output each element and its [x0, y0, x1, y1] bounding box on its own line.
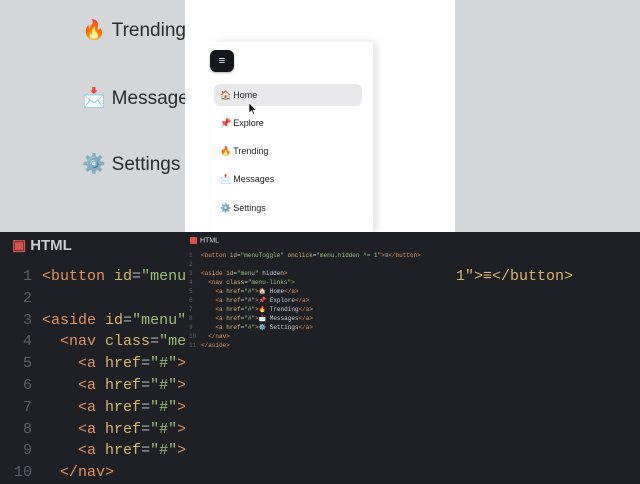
code-text: <nav class="menu-links"> — [208, 279, 295, 286]
gear-icon: ⚙️ — [220, 203, 232, 213]
side-menu: 🏠 Home 📌 Explore 🔥 Trending 📩 Messages ⚙️ Setting… — [211, 42, 373, 232]
code-text: </aside> — [201, 342, 230, 349]
code-line: 3 <aside id="menu" hidden> — [189, 269, 421, 278]
gear-icon: ⚙️ — [82, 154, 106, 175]
code-line: 8 <a href="#">📩 Messages</a> — [189, 314, 421, 323]
code-text: <aside id="menu" — [42, 311, 187, 329]
code-text: <a href="#"> — [78, 420, 187, 438]
html-badge-icon: ▣ — [12, 237, 27, 254]
code-text: <nav class="men — [60, 333, 196, 351]
code-line: 9 <a href="#">⚙️ Settings</a> — [189, 323, 421, 332]
menu-link-label: Settings — [233, 203, 266, 213]
line-number: 4 — [189, 279, 193, 286]
bg-menu-item-settings: ⚙️ Settings — [82, 154, 181, 175]
video-frame: 🏠 Home 📌 Explore 🔥 Trending 📩 Messages ⚙️ Setting… — [185, 0, 455, 480]
code-text: <a href="#">🔥 Trending</a> — [215, 306, 313, 313]
bg-menu-item-trending: 🔥 Trending — [82, 20, 186, 41]
code-text: <button id="menu — [42, 268, 187, 285]
bg-code-fragment: 1">≡</button> — [456, 268, 574, 285]
menu-link-trending[interactable]: 🔥 Trending — [214, 140, 362, 162]
line-number: 4 — [22, 333, 32, 351]
code-editor: HTML 1 <button id="menuToggle" onclick="m… — [185, 232, 455, 480]
code-text: <a href="#"> — [78, 376, 187, 394]
menu-toggle-button[interactable]: ≡ — [210, 50, 234, 72]
code-line: 6 <a href="#">📌 Explore</a> — [189, 296, 421, 305]
line-number: 8 — [189, 315, 193, 322]
line-number: 10 — [189, 333, 197, 340]
code-text: <button id="menuToggle" onclick="menu.hi… — [201, 252, 421, 259]
mouse-cursor-icon — [249, 103, 257, 115]
code-line: 11 </aside> — [189, 341, 421, 350]
code-line: 2 — [189, 260, 421, 269]
code-line: 4 <nav class="menu-links"> — [189, 278, 421, 287]
menu-link-label: Trending — [233, 146, 269, 156]
line-number: 2 — [189, 261, 193, 268]
pin-icon: 📌 — [220, 118, 232, 128]
code-text: </nav> — [60, 464, 115, 482]
code-text: <a href="#"> — [78, 355, 187, 373]
house-icon: 🏠 — [220, 90, 232, 100]
code-text: <a href="#"> — [78, 442, 187, 460]
code-text: </nav> — [208, 333, 230, 340]
fire-icon: 🔥 — [82, 20, 106, 41]
menu-link-settings[interactable]: ⚙️ Settings — [214, 197, 362, 219]
menu-link-label: Messages — [233, 174, 275, 184]
bg-menu-item-messages: 📩 Messages — [82, 88, 199, 109]
editor-title: HTML — [190, 237, 219, 244]
fire-icon: 🔥 — [220, 146, 232, 156]
code-line: 1 <button id="menuToggle" onclick="menu.h… — [189, 251, 421, 260]
line-number: 5 — [22, 355, 32, 373]
line-number: 9 — [189, 324, 193, 331]
inbox-icon: 📩 — [82, 88, 106, 109]
line-number: 7 — [22, 398, 32, 416]
menu-link-explore[interactable]: 📌 Explore — [214, 112, 362, 134]
line-number: 11 — [189, 342, 197, 349]
code-text: <a href="#"> — [78, 398, 187, 416]
line-number: 2 — [22, 289, 32, 307]
code-line: 5 <a href="#">🏠 Home</a> — [189, 287, 421, 296]
menu-link-label: Home — [233, 90, 258, 100]
line-number: 1 — [189, 252, 193, 259]
code-block: 1 <button id="menuToggle" onclick="menu.h… — [189, 251, 421, 350]
menu-link-label: Explore — [233, 118, 264, 128]
menu-link-home[interactable]: 🏠 Home — [214, 84, 362, 106]
code-text: <a href="#">📩 Messages</a> — [215, 315, 313, 322]
line-number: 3 — [189, 270, 193, 277]
line-number: 7 — [189, 306, 193, 313]
html-badge-icon — [190, 237, 197, 244]
line-number: 6 — [189, 297, 193, 304]
line-number: 10 — [13, 464, 32, 482]
line-number: 8 — [22, 420, 32, 438]
inbox-icon: 📩 — [220, 174, 232, 184]
line-number: 9 — [22, 442, 32, 460]
code-text: <aside id="menu" hidden> — [201, 270, 288, 277]
line-number: 1 — [22, 268, 32, 285]
code-text: <a href="#">📌 Explore</a> — [215, 297, 310, 304]
browser-preview: 🏠 Home 📌 Explore 🔥 Trending 📩 Messages ⚙️ Setting… — [185, 0, 455, 232]
code-text: <a href="#">⚙️ Settings</a> — [215, 324, 313, 331]
line-number: 6 — [22, 376, 32, 394]
code-text: <a href="#">🏠 Home</a> — [215, 288, 299, 295]
code-line: 7 <a href="#">🔥 Trending</a> — [189, 305, 421, 314]
line-number: 5 — [189, 288, 193, 295]
code-line: 10 </nav> — [189, 332, 421, 341]
line-number: 3 — [22, 311, 32, 329]
menu-link-messages[interactable]: 📩 Messages — [214, 168, 362, 190]
bg-editor-title: ▣ HTML — [12, 237, 72, 254]
